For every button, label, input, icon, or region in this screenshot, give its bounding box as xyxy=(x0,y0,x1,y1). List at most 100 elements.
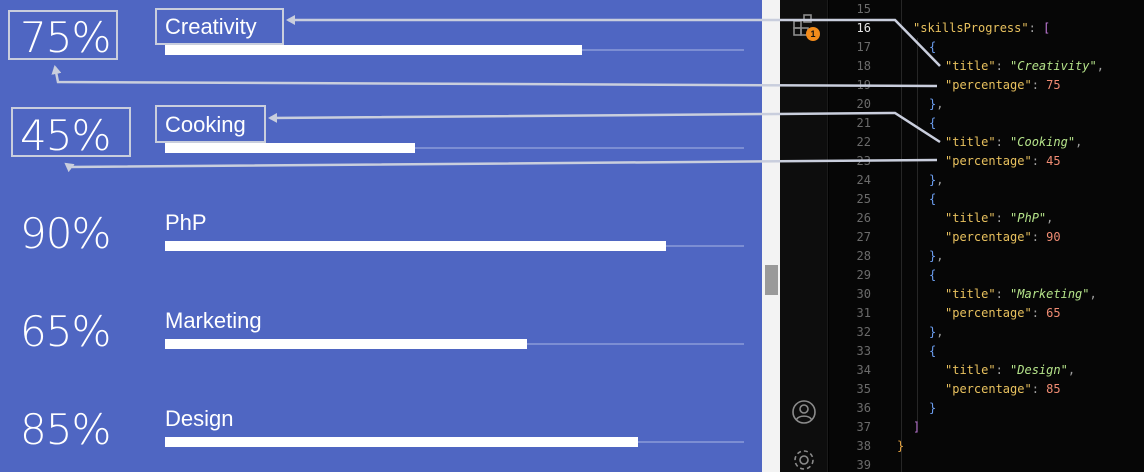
code-line-38: } xyxy=(897,439,905,453)
skill-percentage: 90% xyxy=(20,209,111,258)
line-number: 23 xyxy=(856,154,871,168)
skill-percentage: 85% xyxy=(20,405,111,454)
json-string: "Marketing" xyxy=(1010,287,1090,301)
account-icon[interactable] xyxy=(780,398,828,430)
json-number: 85 xyxy=(1046,382,1061,396)
line-number: 25 xyxy=(856,192,871,206)
activity-bar xyxy=(780,0,828,472)
code-line-33: { xyxy=(929,344,937,358)
line-number: 36 xyxy=(856,401,871,415)
json-key: "title" xyxy=(945,59,996,73)
line-number: 29 xyxy=(856,268,871,282)
json-key: "percentage" xyxy=(945,382,1032,396)
json-key: "title" xyxy=(945,363,996,377)
line-number: 35 xyxy=(856,382,871,396)
code-line-17: { xyxy=(929,40,937,54)
code-line-34: "title": "Design", xyxy=(945,363,1076,377)
code-line-30: "title": "Marketing", xyxy=(945,287,1097,301)
code-line-31: "percentage": 65 xyxy=(945,306,1061,320)
skill-progress-fill xyxy=(165,143,416,153)
skill-progress-track xyxy=(165,437,744,447)
code-line-20: }, xyxy=(929,97,944,111)
line-number: 20 xyxy=(856,97,871,111)
line-number: 22 xyxy=(856,135,871,149)
json-string: "Cooking" xyxy=(1010,135,1076,149)
code-line-26: "title": "PhP", xyxy=(945,211,1054,225)
skill-title: PhP xyxy=(165,210,207,235)
code-line-29: { xyxy=(929,268,937,282)
line-number: 31 xyxy=(856,306,871,320)
code-line-21: { xyxy=(929,116,937,130)
code-line-22: "title": "Cooking", xyxy=(945,135,1083,149)
code-line-23: "percentage": 45 xyxy=(945,154,1061,168)
callout-box-title-creativity xyxy=(155,8,284,45)
json-key: "percentage" xyxy=(945,230,1032,244)
skill-percentage: 65% xyxy=(20,307,111,356)
skill-progress-fill xyxy=(165,45,583,55)
json-key: "percentage" xyxy=(945,306,1032,320)
json-number: 45 xyxy=(1046,154,1061,168)
settings-gear-icon[interactable] xyxy=(780,446,828,472)
code-editor[interactable]: 15 16 17 18 19 20 21 22 23 24 25 26 27 2… xyxy=(829,0,1144,472)
line-number: 34 xyxy=(856,363,871,377)
line-number: 37 xyxy=(856,420,871,434)
json-number: 65 xyxy=(1046,306,1061,320)
line-number: 27 xyxy=(856,230,871,244)
json-number: 90 xyxy=(1046,230,1061,244)
skill-progress-track xyxy=(165,339,744,349)
line-number-gutter: 15 16 17 18 19 20 21 22 23 24 25 26 27 2… xyxy=(829,0,871,472)
line-number: 28 xyxy=(856,249,871,263)
skill-progress-track xyxy=(165,45,744,55)
skill-progress-fill xyxy=(165,339,527,349)
line-number: 18 xyxy=(856,59,871,73)
callout-box-percentage-creativity xyxy=(8,10,118,60)
callout-box-title-cooking xyxy=(155,105,266,143)
callout-box-percentage-cooking xyxy=(11,107,131,157)
line-number: 21 xyxy=(856,116,871,130)
skill-row-design: 85% Design xyxy=(0,392,762,472)
skill-row-marketing: 65% Marketing xyxy=(0,294,762,392)
json-key: "skillsProgress" xyxy=(913,21,1029,35)
extensions-icon[interactable] xyxy=(780,12,828,42)
code-line-37: ] xyxy=(913,420,921,434)
skill-title: Design xyxy=(165,406,234,431)
json-key: "title" xyxy=(945,287,996,301)
json-string: "Creativity" xyxy=(1010,59,1097,73)
line-number: 39 xyxy=(856,458,871,472)
line-number: 30 xyxy=(856,287,871,301)
json-string: "PhP" xyxy=(1010,211,1047,225)
skill-progress-fill xyxy=(165,241,666,251)
json-key: "percentage" xyxy=(945,78,1032,92)
scrollbar-thumb[interactable] xyxy=(765,265,778,295)
json-string: "Design" xyxy=(1010,363,1068,377)
skill-title: Marketing xyxy=(165,308,262,333)
line-number: 26 xyxy=(856,211,871,225)
line-number: 38 xyxy=(856,439,871,453)
code-line-25: { xyxy=(929,192,937,206)
code-line-24: }, xyxy=(929,173,944,187)
json-number: 75 xyxy=(1046,78,1061,92)
skill-progress-fill xyxy=(165,437,638,447)
code-line-18: "title": "Creativity", xyxy=(945,59,1104,73)
split-divider[interactable] xyxy=(762,0,780,472)
line-number: 15 xyxy=(856,2,871,16)
skill-row-php: 90% PhP xyxy=(0,196,762,294)
json-key: "title" xyxy=(945,211,996,225)
line-number: 17 xyxy=(856,40,871,54)
code-line-16: "skillsProgress": [ xyxy=(913,21,1051,35)
json-key: "percentage" xyxy=(945,154,1032,168)
indent-guide xyxy=(917,38,918,422)
code-line-27: "percentage": 90 xyxy=(945,230,1061,244)
line-number: 32 xyxy=(856,325,871,339)
skill-progress-track xyxy=(165,241,744,251)
line-number-active: 16 xyxy=(856,21,871,35)
line-number: 33 xyxy=(856,344,871,358)
code-line-32: }, xyxy=(929,325,944,339)
skills-panel: 75% Creativity 45% Cooking 90% PhP 65% M… xyxy=(0,0,762,472)
line-number: 24 xyxy=(856,173,871,187)
extensions-badge: 1 xyxy=(806,27,820,41)
skill-progress-track xyxy=(165,143,744,153)
line-number: 19 xyxy=(856,78,871,92)
code-line-19: "percentage": 75 xyxy=(945,78,1061,92)
indent-guide xyxy=(901,0,902,472)
